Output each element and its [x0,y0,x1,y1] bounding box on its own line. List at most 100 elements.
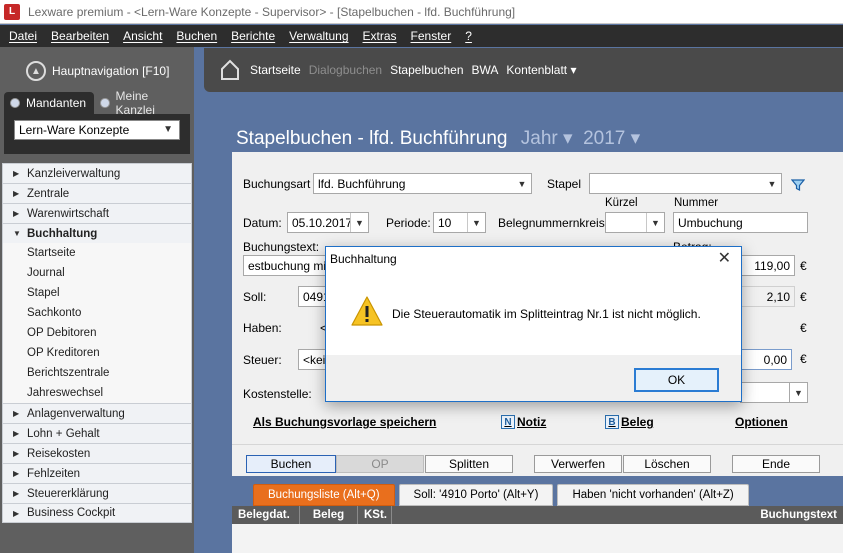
menu-buchen[interactable]: Buchen [169,25,224,47]
nav-label: Anlagenverwaltung [27,407,125,420]
column-header-kst[interactable]: KSt. [358,506,392,524]
nav-warenwirtschaft[interactable]: ▶ Warenwirtschaft [2,203,192,223]
soll-amount: 2,10 [766,289,790,304]
tab-soll-konto[interactable]: Soll: '4910 Porto' (Alt+Y) [398,484,554,506]
menu-datei[interactable]: Datei [2,25,44,47]
tab-buchungsliste[interactable]: Buchungsliste (Alt+Q) [253,484,395,506]
nav-label: Reisekosten [27,447,91,460]
tab-haben-konto[interactable]: Haben 'nicht vorhanden' (Alt+Z) [557,484,749,506]
nav-jahreswechsel[interactable]: Jahreswechsel [2,383,192,403]
chevron-down-icon: ▼ [763,174,781,193]
loeschen-button[interactable]: Löschen [623,455,711,473]
buchungstext-value: estbuchung mi [248,258,327,273]
kuerzel-select[interactable]: ▼ [605,212,665,233]
document-icon: B [605,415,619,429]
notiz-link[interactable]: N Notiz [501,415,546,429]
beleg-link[interactable]: B Beleg [605,415,654,429]
sidebar: ▲ Hauptnavigation [F10] Mandanten Meine … [0,47,194,553]
nav-op-debitoren[interactable]: OP Debitoren [2,323,192,343]
navigation-list: ▶ Kanzleiverwaltung ▶ Zentrale ▶ Warenwirts… [2,163,192,523]
nav-anlagenverwaltung[interactable]: ▶ Anlagenverwaltung [2,403,192,423]
dialog-message: Die Steuerautomatik im Splitteintrag Nr.… [392,307,701,321]
nav-op-kreditoren[interactable]: OP Kreditoren [2,343,192,363]
haben-label: Haben: [243,321,282,335]
tab-meine-kanzlei[interactable]: Meine Kanzlei [94,89,194,117]
soll-account-field[interactable]: 0491 [298,286,330,307]
nav-steuererklaerung[interactable]: ▶ Steuererklärung [2,483,192,503]
nav-berichtszentrale[interactable]: Berichtszentrale [2,363,192,383]
menubar: Datei Bearbeiten Ansicht Buchen Berichte… [0,25,843,47]
buchungsart-select[interactable]: lfd. Buchführung ▼ [313,173,532,194]
op-button[interactable]: OP [336,455,424,473]
buchungstext-field[interactable]: estbuchung mi [243,255,328,276]
buchungstext-label: Buchungstext: [243,240,320,254]
nav-kanzleiverwaltung[interactable]: ▶ Kanzleiverwaltung [2,163,192,183]
nav-label: Steuererklärung [27,487,109,500]
toolbar-dialogbuchen[interactable]: Dialogbuchen [309,63,382,77]
ende-button[interactable]: Ende [732,455,820,473]
jahr-selector[interactable]: Jahr ▾ 2017 ▾ [521,128,640,149]
ok-button[interactable]: OK [634,368,719,392]
tab-mandanten[interactable]: Mandanten [4,92,95,114]
verwerfen-button[interactable]: Verwerfen [534,455,622,473]
nummer-field[interactable]: Umbuchung [673,212,808,233]
splitten-button[interactable]: Splitten [425,455,513,473]
menu-extras[interactable]: Extras [356,25,404,47]
nav-sachkonto[interactable]: Sachkonto [2,303,192,323]
menu-bearbeiten[interactable]: Bearbeiten [44,25,116,47]
datum-value: 05.10.2017 [292,215,353,230]
caret-right-icon: ▶ [13,449,20,458]
toolbar-bwa[interactable]: BWA [472,63,499,77]
periode-select[interactable]: 10 ▼ [433,212,486,233]
caret-right-icon: ▶ [13,489,20,498]
nav-reisekosten[interactable]: ▶ Reisekosten [2,443,192,463]
nav-lohn-gehalt[interactable]: ▶ Lohn + Gehalt [2,423,192,443]
toolbar-startseite[interactable]: Startseite [250,63,301,77]
filter-icon[interactable] [791,178,805,192]
nav-business-cockpit[interactable]: ▶ Business Cockpit [2,503,192,523]
buchen-button[interactable]: Buchen [246,455,336,473]
column-header-belegdat[interactable]: Belegdat. [232,506,300,524]
home-icon[interactable] [220,59,240,81]
kostenstelle-select[interactable]: ▼ [740,382,808,403]
beleg-label: Beleg [621,415,654,429]
nav-journal[interactable]: Journal [2,263,192,283]
toolbar-stapelbuchen[interactable]: Stapelbuchen [390,63,463,77]
sidebar-tabs: Mandanten Meine Kanzlei [4,89,194,117]
menu-verwaltung[interactable]: Verwaltung [282,25,355,47]
module-toolbar: Startseite Dialogbuchen Stapelbuchen BWA… [204,48,843,92]
menu-ansicht[interactable]: Ansicht [116,25,169,47]
caret-right-icon: ▶ [13,429,20,438]
save-template-link[interactable]: Als Buchungsvorlage speichern [253,415,436,429]
datum-field[interactable]: 05.10.2017 ▼ [287,212,369,233]
chevron-down-icon: ▼ [513,174,531,193]
steuer-amount: 0,00 [763,352,787,367]
nav-stapel[interactable]: Stapel [2,283,192,303]
menu-berichte[interactable]: Berichte [224,25,282,47]
optionen-link[interactable]: Optionen [735,415,788,429]
caret-right-icon: ▶ [13,169,20,178]
notiz-label: Notiz [517,415,547,429]
steuer-select[interactable]: <kei [298,349,328,370]
nav-fehlzeiten[interactable]: ▶ Fehlzeiten [2,463,192,483]
menu-help[interactable]: ? [458,25,479,47]
nav-buchhaltung[interactable]: ▼ Buchhaltung [2,223,192,243]
menu-fenster[interactable]: Fenster [404,25,459,47]
chevron-down-icon: ▼ [789,383,807,402]
mandant-select[interactable]: Lern-Ware Konzepte ▼ [14,120,180,140]
close-icon[interactable]: ✕ [718,248,731,268]
nav-label: Fehlzeiten [27,467,81,480]
nav-startseite[interactable]: Startseite [2,243,192,263]
toolbar-kontenblatt[interactable]: Kontenblatt ▾ [506,63,576,77]
column-header-buchungstext[interactable]: Buchungstext [392,506,843,524]
steuer-amount-field[interactable]: 0,00 [740,349,792,370]
hauptnavigation-button[interactable]: ▲ Hauptnavigation [F10] [0,47,194,95]
betrag-field[interactable]: 119,00 [740,255,795,276]
list-tabs: Buchungsliste (Alt+Q) Soll: '4910 Porto'… [232,484,843,506]
column-header-beleg[interactable]: Beleg [300,506,358,524]
periode-value: 10 [438,215,452,230]
chevron-down-icon: ▼ [467,213,485,232]
nav-zentrale[interactable]: ▶ Zentrale [2,183,192,203]
page-title: Stapelbuchen - lfd. Buchführung Jahr ▾ 2… [236,127,640,150]
stapel-select[interactable]: ▼ [589,173,782,194]
